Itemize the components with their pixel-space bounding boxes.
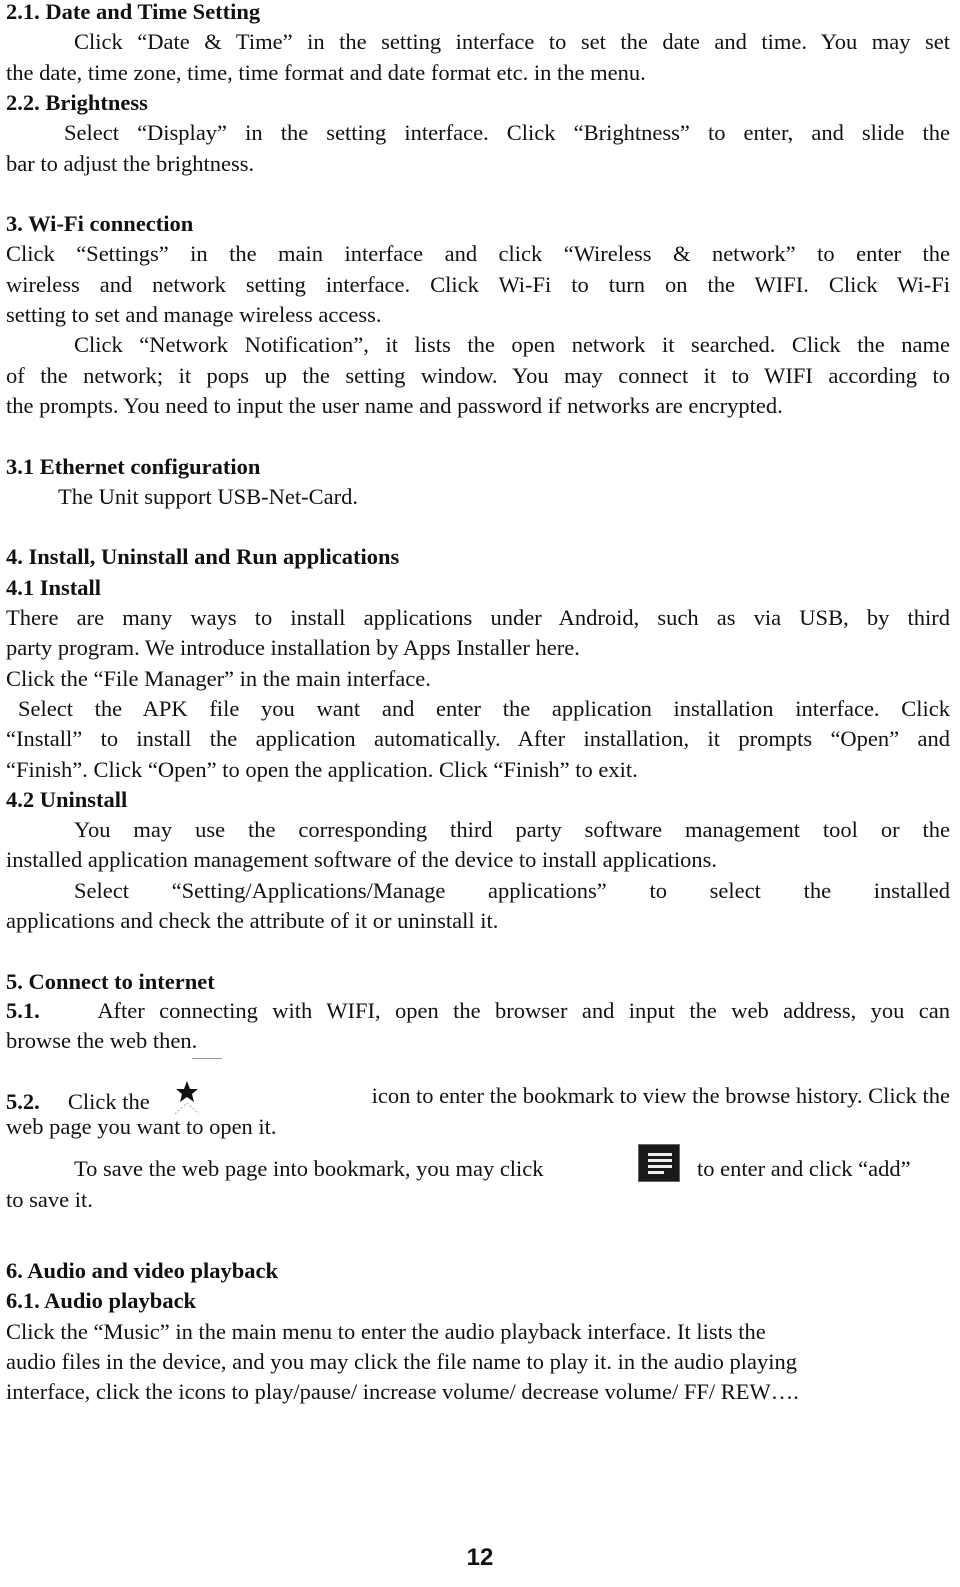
paragraph-line: party program. We introduce installation… — [6, 635, 580, 661]
paragraph-line: Click the “File Manager” in the main int… — [6, 665, 431, 691]
section-5-1-cont: browse the web then. — [6, 1028, 198, 1053]
section-heading: 4. Install, Uninstall and Run applicatio… — [6, 544, 400, 570]
section-heading: 6.1. Audio playback — [6, 1288, 197, 1314]
paragraph-line: the date, time zone, time, time format a… — [6, 59, 646, 85]
paragraph-line: “Finish”. Click “Open” to open the appli… — [6, 756, 638, 782]
bookmark-star-icon — [167, 1081, 207, 1115]
paragraph-line: applications and check the attribute of … — [6, 908, 499, 933]
page-number: 12 — [466, 1544, 494, 1571]
paragraph-line: Click the “Music” in the main menu to en… — [6, 1318, 766, 1344]
paragraph-line: Select “Setting/Applications/Manage appl… — [74, 877, 950, 903]
menu-icon — [638, 1144, 680, 1182]
save-text-pre: To save the web page into bookmark, you … — [74, 1156, 544, 1181]
paragraph-line: setting to set and manage wireless acces… — [6, 302, 382, 327]
paragraph-line: interface, click the icons to play/pause… — [6, 1379, 799, 1405]
paragraph-line: Click “Settings” in the main interface a… — [6, 241, 950, 267]
section-heading: 4.1 Install — [6, 574, 102, 600]
paragraph-line: bar to adjust the brightness. — [6, 150, 255, 176]
paragraph-line: of the network; it pops up the setting w… — [6, 362, 950, 388]
section-5-2-line: 5.2. Click the icon to enter the bookmar… — [6, 1081, 950, 1115]
paragraph-line: Select “Display” in the setting interfac… — [64, 120, 950, 146]
paragraph-line: There are many ways to install applicati… — [6, 605, 950, 630]
paragraph-line: The Unit support USB-Net-Card. — [58, 483, 358, 509]
save-text-post: to enter and click “add” — [697, 1156, 911, 1181]
section-heading: 4.2 Uninstall — [6, 786, 128, 812]
paragraph-line: You may use the corresponding third part… — [74, 817, 950, 843]
section-5-2-text-post: icon to enter the bookmark to view the b… — [371, 1083, 950, 1108]
section-5-1-line: 5.1. After connecting with WIFI, open th… — [6, 996, 950, 1026]
section-heading: 2.2. Brightness — [6, 89, 148, 115]
section-heading: 3. Wi-Fi connection — [6, 211, 194, 237]
section-5-2-cont: web page you want to open it. — [6, 1114, 277, 1139]
section-5-1-number: 5.1. — [6, 998, 40, 1023]
section-5-1-text: After connecting with WIFI, open the bro… — [97, 998, 950, 1023]
save-bookmark-line: To save the web page into bookmark, you … — [74, 1154, 544, 1184]
divider — [192, 1058, 222, 1059]
paragraph-line: Select the APK file you want and enter t… — [18, 695, 950, 721]
paragraph-line: wireless and network setting interface. … — [6, 271, 950, 297]
section-heading: 2.1. Date and Time Setting — [6, 0, 261, 24]
paragraph-line: Click “Date & Time” in the setting inter… — [74, 29, 950, 55]
paragraph-line: audio files in the device, and you may c… — [6, 1348, 798, 1374]
paragraph-line: “Install” to install the application aut… — [6, 726, 950, 752]
section-5-2-text-pre: Click the — [67, 1089, 150, 1114]
paragraph-line: Click “Network Notification”, it lists t… — [74, 332, 950, 358]
paragraph-line: installed application management softwar… — [6, 847, 718, 873]
save-bookmark-cont: to save it. — [6, 1187, 93, 1212]
section-heading: 3.1 Ethernet configuration — [6, 453, 261, 479]
paragraph-line: the prompts. You need to input the user … — [6, 392, 783, 418]
section-heading: 5. Connect to internet — [6, 968, 215, 994]
section-5-2-number: 5.2. — [6, 1089, 40, 1114]
section-heading: 6. Audio and video playback — [6, 1258, 278, 1283]
